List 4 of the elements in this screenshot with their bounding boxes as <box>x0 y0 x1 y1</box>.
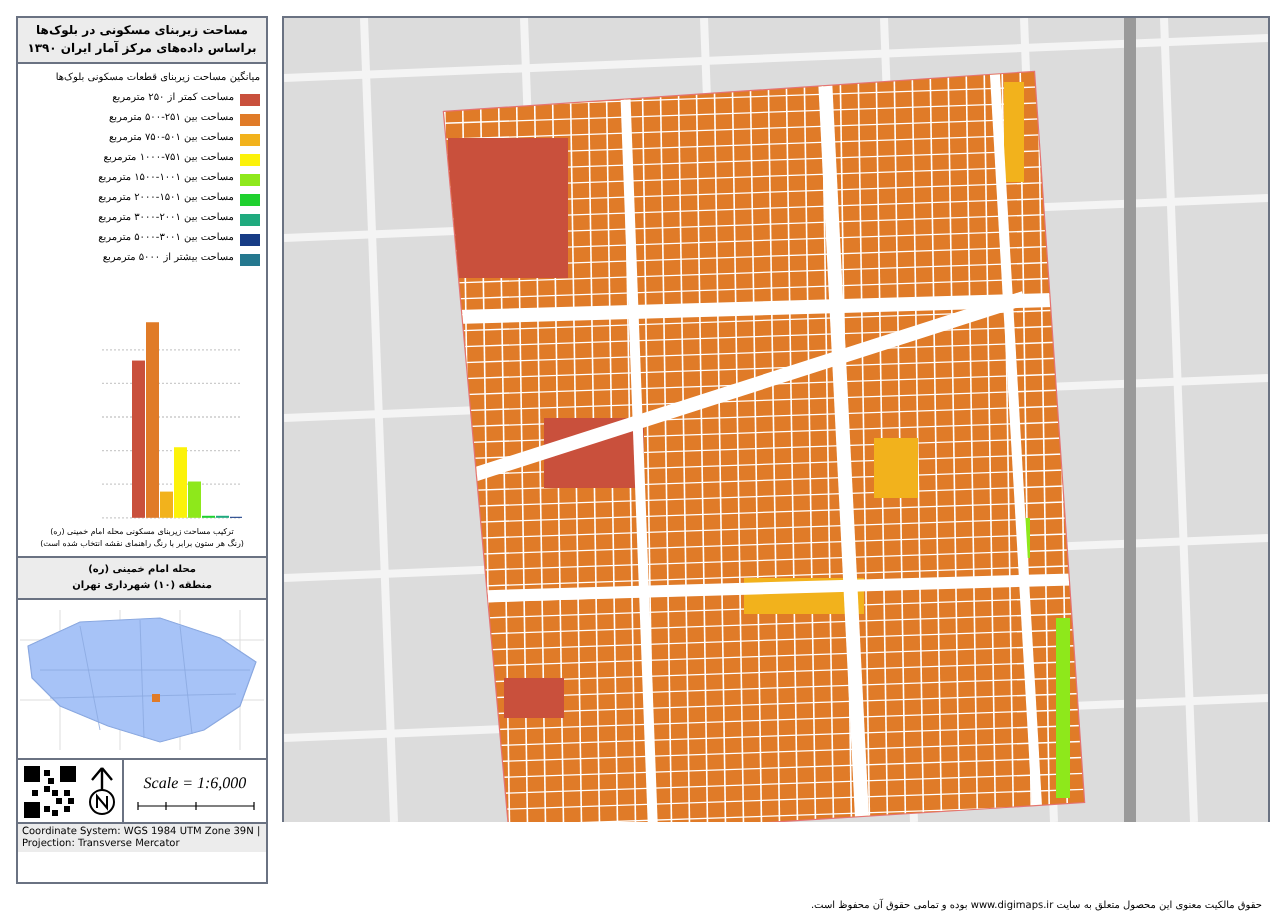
scale-text: Scale = 1:6,000 <box>143 772 247 796</box>
north-arrow-icon <box>86 766 118 818</box>
scale-bar-icon <box>135 800 255 810</box>
qr-code-icon <box>24 766 76 818</box>
